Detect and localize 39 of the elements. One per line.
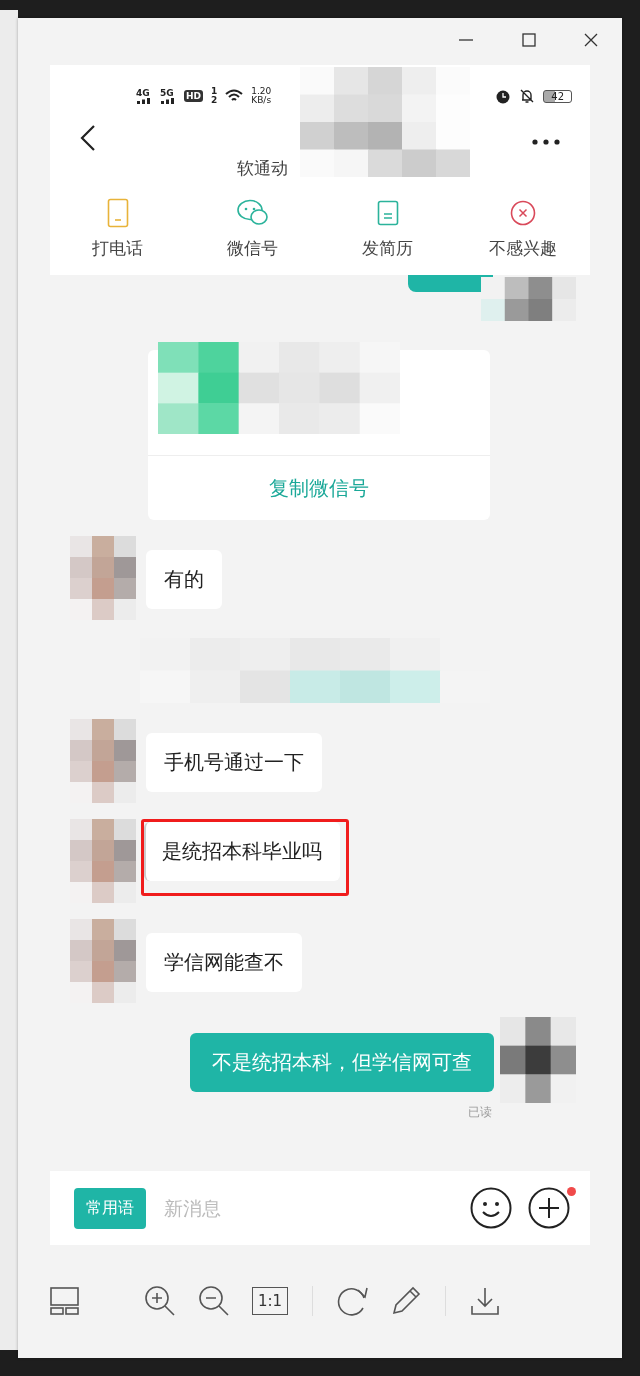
message-bubble: 手机号通过一下 [146, 733, 322, 792]
hd-label: HD [184, 90, 203, 102]
signal-label: 5G [160, 88, 176, 104]
zoom-in-icon[interactable] [144, 1285, 176, 1317]
action-button[interactable]: 打电话 [62, 197, 173, 260]
cross-circle-icon[interactable] [509, 200, 536, 226]
message-bubble: 不是统招本科，但学信网可查 [190, 1033, 494, 1092]
wifi-icon [225, 89, 244, 103]
chat-title: 软通动 [237, 157, 288, 180]
actual-size-button[interactable]: 1:1 [252, 1287, 289, 1315]
pencil-icon[interactable] [391, 1286, 422, 1316]
close-icon[interactable] [584, 32, 598, 47]
emoji-icon[interactable] [470, 1187, 512, 1229]
message-bubble: 有的 [146, 550, 222, 609]
plus-icon[interactable] [528, 1187, 570, 1229]
action-button[interactable]: 发简历 [332, 197, 443, 260]
action-button[interactable]: 微信号 [197, 197, 308, 260]
alarm-icon [495, 88, 512, 104]
speed-value: 1.20 [251, 87, 272, 96]
thumbnails-icon[interactable] [50, 1287, 80, 1315]
bell-off-icon [519, 88, 536, 104]
speed-unit: KB/s [251, 96, 272, 105]
maximize-icon[interactable] [522, 32, 536, 47]
message-bubble: 是统招本科毕业吗 [144, 822, 340, 881]
sim-label: 1 [211, 87, 218, 96]
battery-level: 42 [543, 89, 572, 103]
message-bubble: 学信网能查不 [146, 933, 302, 992]
zoom-out-icon[interactable] [198, 1285, 230, 1317]
action-button[interactable]: 不感兴趣 [467, 197, 578, 260]
download-icon[interactable] [470, 1286, 501, 1316]
read-status: 已读 [468, 1104, 492, 1121]
document-icon[interactable] [376, 200, 399, 226]
rotate-icon[interactable] [337, 1286, 370, 1316]
chat-bubbles-icon[interactable] [236, 199, 269, 227]
more-icon[interactable] [532, 139, 560, 145]
back-icon[interactable] [80, 125, 96, 151]
signal-label: 4G [136, 88, 152, 104]
sim-label: 2 [211, 96, 218, 105]
message-input[interactable]: 新消息 [162, 1196, 454, 1220]
